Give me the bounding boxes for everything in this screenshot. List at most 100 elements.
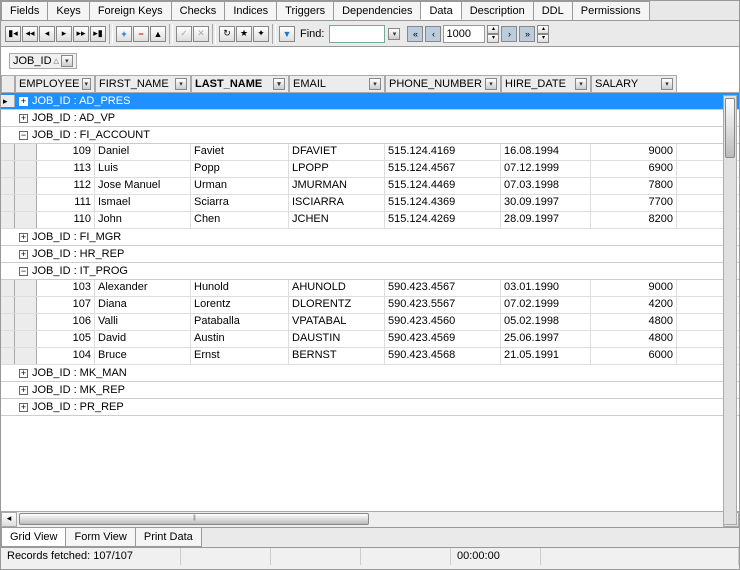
group-row[interactable]: +JOB_ID : FI_MGR <box>1 229 739 246</box>
tab-ddl[interactable]: DDL <box>533 1 573 20</box>
cell-salary: 9000 <box>591 280 677 296</box>
find-input[interactable] <box>329 25 385 43</box>
prev-record-icon[interactable]: ◂◂ <box>22 26 38 42</box>
expand-icon[interactable]: + <box>19 386 28 395</box>
tab-fields[interactable]: Fields <box>1 1 48 20</box>
prev-icon[interactable]: ◂ <box>39 26 55 42</box>
cell-employee: 103 <box>37 280 95 296</box>
insert-icon[interactable]: + <box>116 26 132 42</box>
page-up-icon[interactable]: ▴ <box>487 25 499 34</box>
cell-phone: 515.124.4269 <box>385 212 501 228</box>
column-header-hire_date[interactable]: HIRE_DATE▾ <box>501 75 591 92</box>
page-input[interactable] <box>443 25 485 43</box>
table-row[interactable]: 112Jose ManuelUrmanJMURMAN515.124.446907… <box>1 178 739 195</box>
table-row[interactable]: 105DavidAustinDAUSTIN590.423.456925.06.1… <box>1 331 739 348</box>
group-row[interactable]: −JOB_ID : FI_ACCOUNT <box>1 127 739 144</box>
group-row[interactable]: −JOB_ID : IT_PROG <box>1 263 739 280</box>
expand-icon[interactable]: + <box>19 250 28 259</box>
table-row[interactable]: 106ValliPataballaVPATABAL590.423.456005.… <box>1 314 739 331</box>
group-label: JOB_ID : MK_MAN <box>32 367 127 379</box>
cell-salary: 9000 <box>591 144 677 160</box>
commit-icon[interactable]: ✓ <box>176 26 192 42</box>
collapse-icon[interactable]: − <box>19 131 28 140</box>
table-row[interactable]: 107DianaLorentzDLORENTZ590.423.556707.02… <box>1 297 739 314</box>
expand-icon[interactable]: + <box>19 233 28 242</box>
goto-icon[interactable]: ✦ <box>253 26 269 42</box>
expand-icon[interactable]: + <box>19 369 28 378</box>
vertical-scrollbar[interactable] <box>723 95 737 525</box>
last-record-icon[interactable]: ▸▮ <box>90 26 106 42</box>
table-row[interactable]: 103AlexanderHunoldAHUNOLD590.423.456703.… <box>1 280 739 297</box>
column-dropdown-icon[interactable]: ▾ <box>485 78 497 90</box>
cancel-icon[interactable]: ✕ <box>193 26 209 42</box>
cell-email: JCHEN <box>289 212 385 228</box>
first-record-icon[interactable]: ▮◂ <box>5 26 21 42</box>
page-prev-icon[interactable]: ‹ <box>425 26 441 42</box>
tab-description[interactable]: Description <box>461 1 534 20</box>
table-row[interactable]: 110JohnChenJCHEN515.124.426928.09.199782… <box>1 212 739 229</box>
next-record-icon[interactable]: ▸▸ <box>73 26 89 42</box>
page-next-icon[interactable]: › <box>501 26 517 42</box>
group-row[interactable]: +JOB_ID : AD_VP <box>1 110 739 127</box>
group-row[interactable]: ▸+JOB_ID : AD_PRES <box>1 93 739 110</box>
expand-icon[interactable]: + <box>19 403 28 412</box>
filter-icon[interactable]: ▼ <box>279 26 295 42</box>
cell-employee: 111 <box>37 195 95 211</box>
page-last-icon[interactable]: » <box>519 26 535 42</box>
group-row[interactable]: +JOB_ID : MK_REP <box>1 382 739 399</box>
column-header-employee[interactable]: EMPLOYEE▾ <box>15 75 95 92</box>
tab-foreign-keys[interactable]: Foreign Keys <box>89 1 172 20</box>
tab-indices[interactable]: Indices <box>224 1 277 20</box>
table-row[interactable]: 104BruceErnstBERNST590.423.456821.05.199… <box>1 348 739 365</box>
table-row[interactable]: 111IsmaelSciarraISCIARRA515.124.436930.0… <box>1 195 739 212</box>
next-icon[interactable]: ▸ <box>56 26 72 42</box>
cell-hire-date: 03.01.1990 <box>501 280 591 296</box>
column-header-phone_number[interactable]: PHONE_NUMBER▾ <box>385 75 501 92</box>
cell-phone: 590.423.4567 <box>385 280 501 296</box>
column-header-email[interactable]: EMAIL▾ <box>289 75 385 92</box>
column-dropdown-icon[interactable]: ▾ <box>273 78 285 90</box>
column-dropdown-icon[interactable]: ▾ <box>369 78 381 90</box>
tab-keys[interactable]: Keys <box>47 1 89 20</box>
tab-dependencies[interactable]: Dependencies <box>333 1 421 20</box>
tab-data[interactable]: Data <box>420 1 461 20</box>
bookmark-icon[interactable]: ★ <box>236 26 252 42</box>
page-down-icon[interactable]: ▾ <box>487 34 499 43</box>
column-header-salary[interactable]: SALARY▾ <box>591 75 677 92</box>
column-dropdown-icon[interactable]: ▾ <box>661 78 673 90</box>
group-row[interactable]: +JOB_ID : HR_REP <box>1 246 739 263</box>
column-dropdown-icon[interactable]: ▾ <box>575 78 587 90</box>
column-dropdown-icon[interactable]: ▾ <box>175 78 187 90</box>
find-dropdown-icon[interactable]: ▾ <box>388 28 400 40</box>
table-row[interactable]: 109DanielFavietDFAVIET515.124.416916.08.… <box>1 144 739 161</box>
group-row[interactable]: +JOB_ID : PR_REP <box>1 399 739 416</box>
group-row[interactable]: + JOB_ID : MK_MAN <box>1 365 739 382</box>
opt-down-icon[interactable]: ▾ <box>537 34 549 43</box>
hscroll-left-icon[interactable]: ◂ <box>1 512 17 527</box>
tab-checks[interactable]: Checks <box>171 1 226 20</box>
expand-icon[interactable]: + <box>19 97 28 106</box>
opt-up-icon[interactable]: ▴ <box>537 25 549 34</box>
cell-phone: 590.423.5567 <box>385 297 501 313</box>
tab-permissions[interactable]: Permissions <box>572 1 650 20</box>
cell-phone: 590.423.4569 <box>385 331 501 347</box>
bottom-tab-print-data[interactable]: Print Data <box>135 528 202 547</box>
expand-icon[interactable]: + <box>19 114 28 123</box>
bottom-tab-form-view[interactable]: Form View <box>65 528 135 547</box>
collapse-icon[interactable]: − <box>19 267 28 276</box>
column-header-first_name[interactable]: FIRST_NAME▾ <box>95 75 191 92</box>
edit-icon[interactable]: ▲ <box>150 26 166 42</box>
refresh-icon[interactable]: ↻ <box>219 26 235 42</box>
column-dropdown-icon[interactable]: ▾ <box>82 78 91 90</box>
cell-last-name: Faviet <box>191 144 289 160</box>
bottom-tab-grid-view[interactable]: Grid View <box>1 528 66 547</box>
column-header-last_name[interactable]: LAST_NAME▾ <box>191 75 289 92</box>
delete-icon[interactable]: − <box>133 26 149 42</box>
cell-last-name: Chen <box>191 212 289 228</box>
group-dropdown-icon[interactable]: ▾ <box>61 55 73 67</box>
group-by-header[interactable]: JOB_ID △ ▾ <box>9 53 77 69</box>
tab-triggers[interactable]: Triggers <box>276 1 334 20</box>
page-first-icon[interactable]: « <box>407 26 423 42</box>
cell-email: LPOPP <box>289 161 385 177</box>
table-row[interactable]: 113LuisPoppLPOPP515.124.456707.12.199969… <box>1 161 739 178</box>
